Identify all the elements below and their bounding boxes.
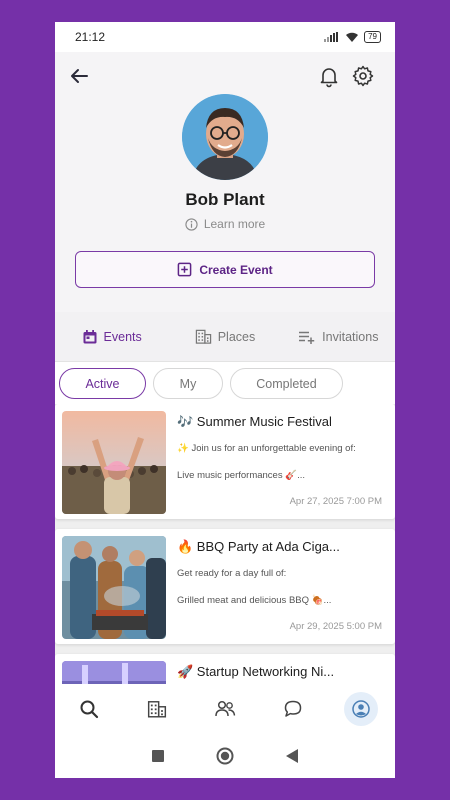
event-image-festival <box>62 411 166 514</box>
info-icon <box>185 217 198 231</box>
bottom-navigation <box>55 684 395 734</box>
tab-places[interactable]: Places <box>168 328 281 345</box>
event-title: 🎶 Summer Music Festival <box>177 414 332 429</box>
profile-name: Bob Plant <box>185 190 265 209</box>
filter-chip-completed[interactable]: Completed <box>230 368 343 399</box>
event-card[interactable]: 🔥 BBQ Party at Ada Ciga... Get ready for… <box>55 529 395 644</box>
event-title: 🚀 Startup Networking Ni... <box>177 664 335 679</box>
search-icon <box>80 700 99 719</box>
building-icon <box>195 329 211 344</box>
learn-more-label: Learn more <box>203 217 266 231</box>
event-image-bbq <box>62 536 166 639</box>
nav-places[interactable] <box>140 692 174 726</box>
filter-chip-active[interactable]: Active <box>59 368 146 399</box>
tab-events-label: Events <box>103 329 142 344</box>
nav-chat[interactable] <box>276 692 310 726</box>
event-date: Apr 27, 2025 7:00 PM <box>289 496 382 507</box>
filter-chips: Active My Completed <box>59 368 343 399</box>
create-event-label: Create Event <box>199 262 273 277</box>
event-card[interactable]: 🎶 Summer Music Festival ✨ Join us for an… <box>55 404 395 519</box>
back-arrow-icon[interactable] <box>67 64 91 88</box>
playlist-add-icon <box>299 331 315 344</box>
back-button-icon[interactable] <box>285 748 299 764</box>
avatar[interactable] <box>182 94 268 180</box>
status-icons: 79 <box>324 31 381 43</box>
event-description: ✨ Join us for an unforgettable evening o… <box>177 443 356 454</box>
event-date: Apr 29, 2025 5:00 PM <box>289 621 382 632</box>
nav-people[interactable] <box>208 692 242 726</box>
signal-icon <box>324 32 339 42</box>
event-title: 🔥 BBQ Party at Ada Ciga... <box>177 539 340 554</box>
event-list: 🎶 Summer Music Festival ✨ Join us for an… <box>55 404 395 704</box>
nav-profile[interactable] <box>344 692 378 726</box>
profile-header: Bob Plant Learn more Create Event <box>55 52 395 312</box>
building-icon <box>147 701 167 718</box>
wifi-icon <box>346 32 359 42</box>
tab-places-label: Places <box>217 329 256 344</box>
tab-events[interactable]: Events <box>55 329 168 345</box>
filter-chip-my[interactable]: My <box>153 368 223 399</box>
add-box-icon <box>177 262 192 277</box>
calendar-icon <box>83 329 97 343</box>
system-navigation-bar <box>55 734 395 778</box>
tab-invitations-label: Invitations <box>322 329 379 344</box>
learn-more-link[interactable]: Learn more <box>55 217 395 231</box>
battery-indicator: 79 <box>364 31 381 43</box>
event-details: Live music performances 🎸... <box>177 470 305 481</box>
event-description: Get ready for a day full of: <box>177 568 287 579</box>
event-details: Grilled meat and delicious BBQ 🍖... <box>177 595 332 606</box>
section-tabs: Events Places Invitations <box>55 312 395 362</box>
nav-search[interactable] <box>72 692 106 726</box>
chat-icon <box>284 700 302 717</box>
bell-icon[interactable] <box>317 64 341 88</box>
recents-button-icon[interactable] <box>151 749 165 763</box>
home-button-icon[interactable] <box>216 747 234 765</box>
tab-invitations[interactable]: Invitations <box>282 329 395 345</box>
status-bar: 21:12 79 <box>55 22 395 52</box>
create-event-button[interactable]: Create Event <box>75 251 375 288</box>
profile-icon <box>352 700 370 718</box>
phone-screen: 21:12 79 Bob Plant Learn more Create Eve… <box>55 22 395 778</box>
people-icon <box>215 700 236 717</box>
gear-icon[interactable] <box>351 64 375 88</box>
status-time: 21:12 <box>75 30 106 44</box>
